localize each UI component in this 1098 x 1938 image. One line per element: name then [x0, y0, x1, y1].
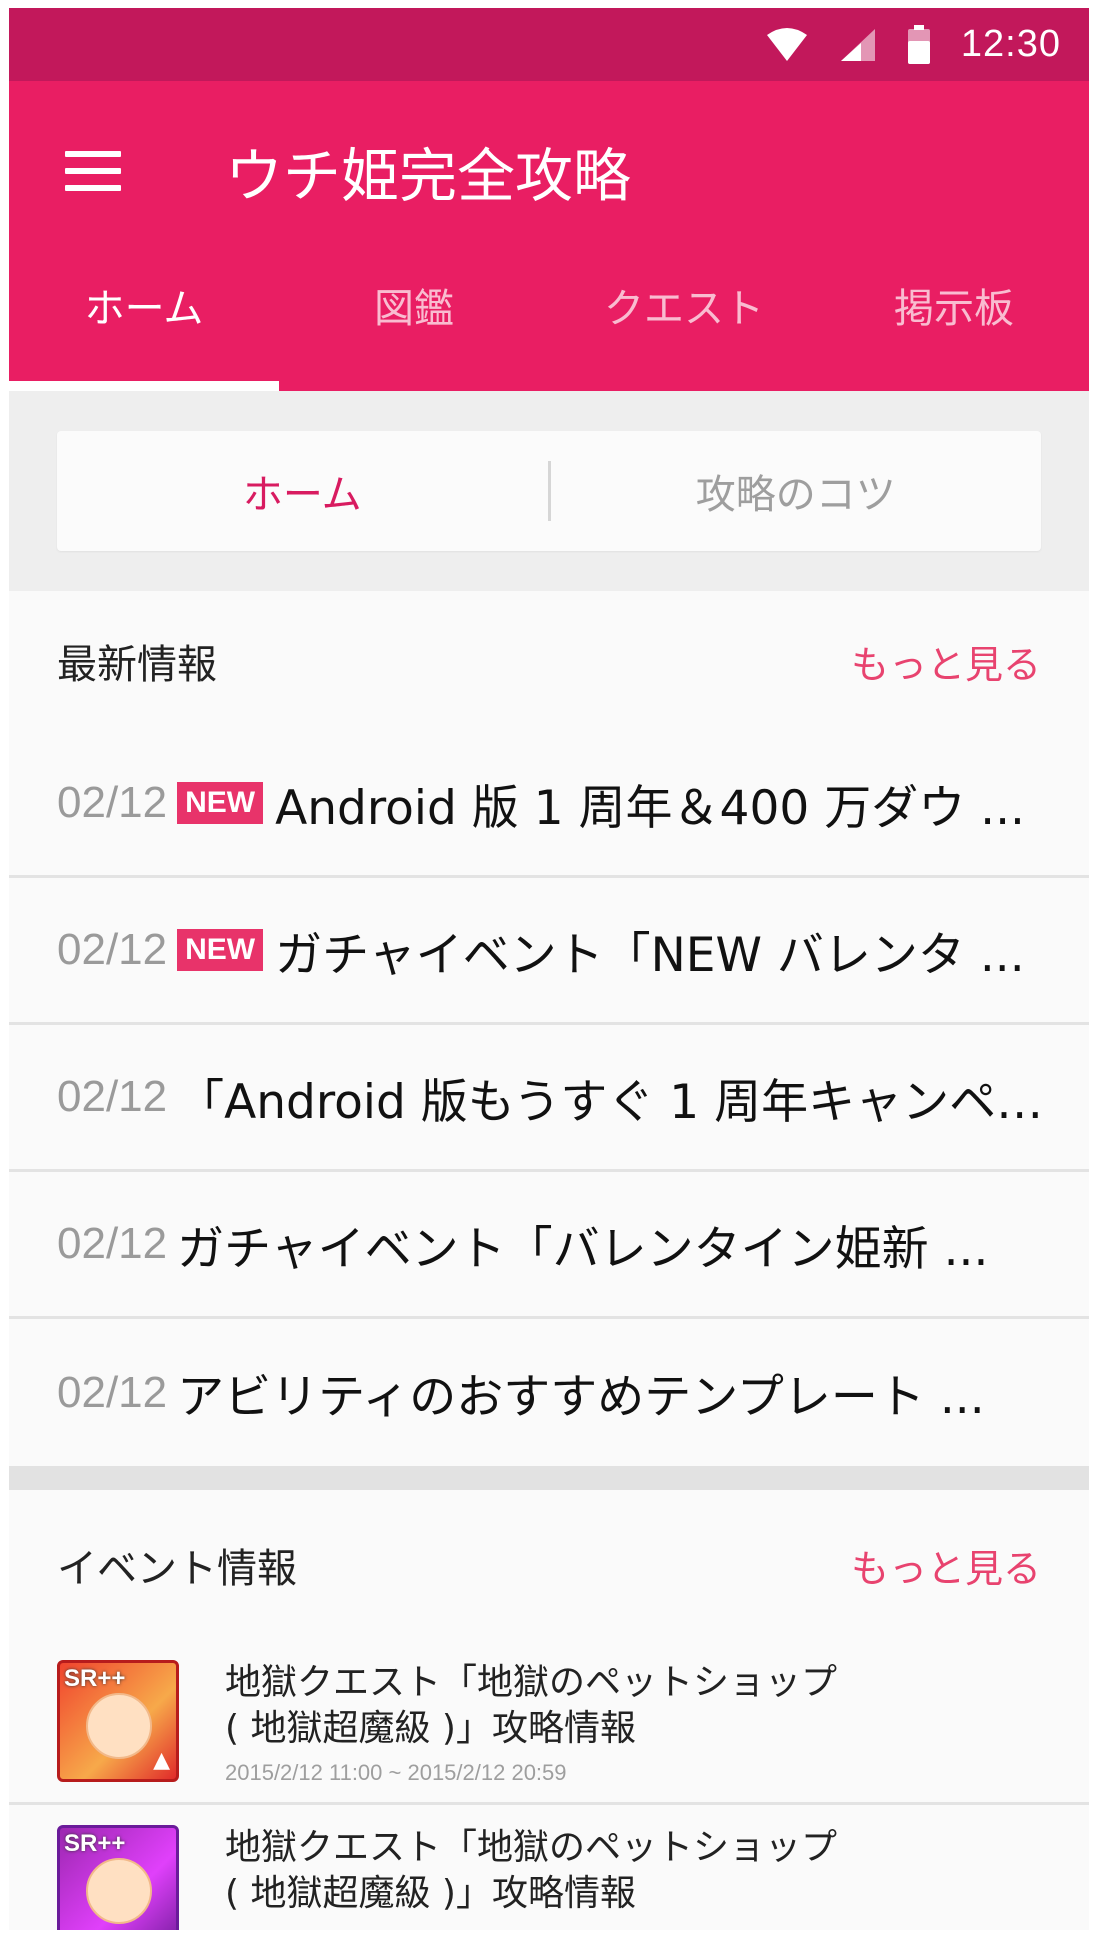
tab-board[interactable]: 掲示板 [819, 241, 1089, 391]
news-item[interactable]: 02/12 「Android 版もうすぐ 1 周年キャンペ ... [9, 1025, 1089, 1172]
news-title: ガチャイベント「NEW バレンタ ... [275, 927, 1025, 983]
event-period: 2015/2/12 11:00 ~ 2015/2/12 20:59 [225, 1760, 567, 1785]
tab-quest[interactable]: クエスト [549, 241, 819, 391]
news-item[interactable]: 02/12 NEW ガチャイベント「NEW バレンタ ... [9, 878, 1089, 1025]
news-title: アビリティのおすすめテンプレート ... [177, 1370, 985, 1425]
news-item[interactable]: 02/12 ガチャイベント「バレンタイン姫新 ... [9, 1172, 1089, 1319]
more-link[interactable]: もっと見る [851, 634, 1041, 689]
event-title-line2: ( 地獄超魔級 )」攻略情報 [225, 1708, 636, 1749]
tab-encyclopedia[interactable]: 図鑑 [279, 241, 549, 391]
latest-news-section: 最新情報 もっと見る 02/12 NEW Android 版 1 周年＆400 … [9, 591, 1089, 1466]
event-item[interactable]: SR++ ▲ 地獄クエスト「地獄のペットショップ ( 地獄超魔級 )」攻略情報 … [9, 1640, 1089, 1805]
wifi-icon [766, 27, 807, 61]
tab-home[interactable]: ホーム [9, 241, 279, 391]
event-info: 地獄クエスト「地獄のペットショップ ( 地獄超魔級 )」攻略情報 2015/2/… [225, 1660, 1041, 1786]
news-date: 02/12 [57, 925, 168, 974]
segment-area: ホーム 攻略のコツ [9, 391, 1089, 591]
segment-home[interactable]: ホーム [57, 462, 548, 520]
event-section: イベント情報 もっと見る SR++ ▲ 地獄クエスト「地獄のペットショップ ( … [9, 1490, 1089, 1930]
news-item[interactable]: 02/12 アビリティのおすすめテンプレート ... [9, 1319, 1089, 1466]
menu-icon[interactable] [65, 151, 121, 199]
news-item[interactable]: 02/12 NEW Android 版 1 周年＆400 万ダウ ... [9, 731, 1089, 878]
section-title: イベント情報 [57, 1546, 297, 1592]
character-face-icon [86, 1858, 152, 1924]
event-header: イベント情報 もっと見る [9, 1490, 1089, 1640]
event-title-line1: 地獄クエスト「地獄のペットショップ [225, 1662, 838, 1703]
app-bar: ウチ姫完全攻略 ホーム 図鑑 クエスト 掲示板 [9, 81, 1089, 391]
character-face-icon [86, 1693, 152, 1759]
news-title: 「Android 版もうすぐ 1 周年キャンペ ... [177, 1074, 1053, 1130]
event-info: 地獄クエスト「地獄のペットショップ ( 地獄超魔級 )」攻略情報 [225, 1825, 1041, 1930]
fire-element-icon: ▲ [153, 1748, 170, 1773]
battery-icon [907, 24, 930, 64]
status-bar: 12:30 [9, 8, 1089, 81]
latest-news-header: 最新情報 もっと見る [9, 591, 1089, 731]
news-date: 02/12 [57, 1219, 168, 1268]
news-title: ガチャイベント「バレンタイン姫新 ... [177, 1221, 989, 1277]
tab-bar: ホーム 図鑑 クエスト 掲示板 [9, 241, 1089, 391]
section-divider [9, 1466, 1089, 1490]
new-badge: NEW [177, 782, 264, 824]
app-screen: 12:30 ウチ姫完全攻略 ホーム 図鑑 クエスト 掲示板 ホーム 攻略のコツ … [9, 8, 1089, 1930]
section-title: 最新情報 [57, 642, 217, 688]
character-thumbnail: SR++ ▲ [57, 1660, 179, 1782]
event-title-line2: ( 地獄超魔級 )」攻略情報 [225, 1873, 636, 1914]
character-thumbnail: SR++ [57, 1825, 179, 1930]
rarity-badge: SR++ [64, 1665, 126, 1692]
clock: 12:30 [960, 23, 1061, 65]
event-item[interactable]: SR++ 地獄クエスト「地獄のペットショップ ( 地獄超魔級 )」攻略情報 [9, 1805, 1089, 1930]
segment-tips[interactable]: 攻略のコツ [551, 462, 1042, 520]
segment-control: ホーム 攻略のコツ [57, 431, 1041, 551]
event-title-line1: 地獄クエスト「地獄のペットショップ [225, 1827, 838, 1868]
app-title: ウチ姫完全攻略 [225, 142, 632, 210]
news-date: 02/12 [57, 1072, 168, 1121]
news-date: 02/12 [57, 1367, 168, 1417]
signal-icon [840, 28, 875, 61]
news-title: Android 版 1 周年＆400 万ダウ ... [275, 780, 1025, 836]
more-link[interactable]: もっと見る [851, 1538, 1041, 1593]
news-date: 02/12 [57, 778, 168, 827]
rarity-badge: SR++ [64, 1830, 126, 1857]
new-badge: NEW [177, 929, 264, 971]
